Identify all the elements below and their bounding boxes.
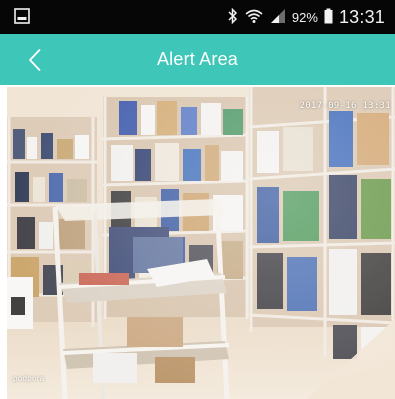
status-bar: 92% 13:31 bbox=[0, 0, 395, 34]
status-indicators: 92% 13:31 bbox=[227, 0, 385, 34]
app-bar: Alert Area bbox=[0, 34, 395, 85]
signal-icon bbox=[270, 8, 286, 27]
battery-percent: 92% bbox=[291, 9, 318, 25]
camera-watermark: podpora bbox=[13, 374, 45, 383]
camera-timestamp: 2017-09-16 13:31 bbox=[299, 101, 391, 111]
wifi-icon bbox=[244, 8, 264, 27]
back-button[interactable] bbox=[18, 44, 52, 76]
bluetooth-icon bbox=[227, 7, 238, 27]
image-notification-icon bbox=[14, 8, 30, 24]
clock: 13:31 bbox=[338, 6, 385, 27]
camera-feed[interactable]: 2017-09-16 13:31 podpora bbox=[7, 87, 395, 399]
chevron-left-icon bbox=[29, 49, 41, 71]
battery-icon bbox=[324, 8, 333, 27]
page-title: Alert Area bbox=[156, 49, 239, 69]
warehouse-image bbox=[7, 87, 395, 399]
